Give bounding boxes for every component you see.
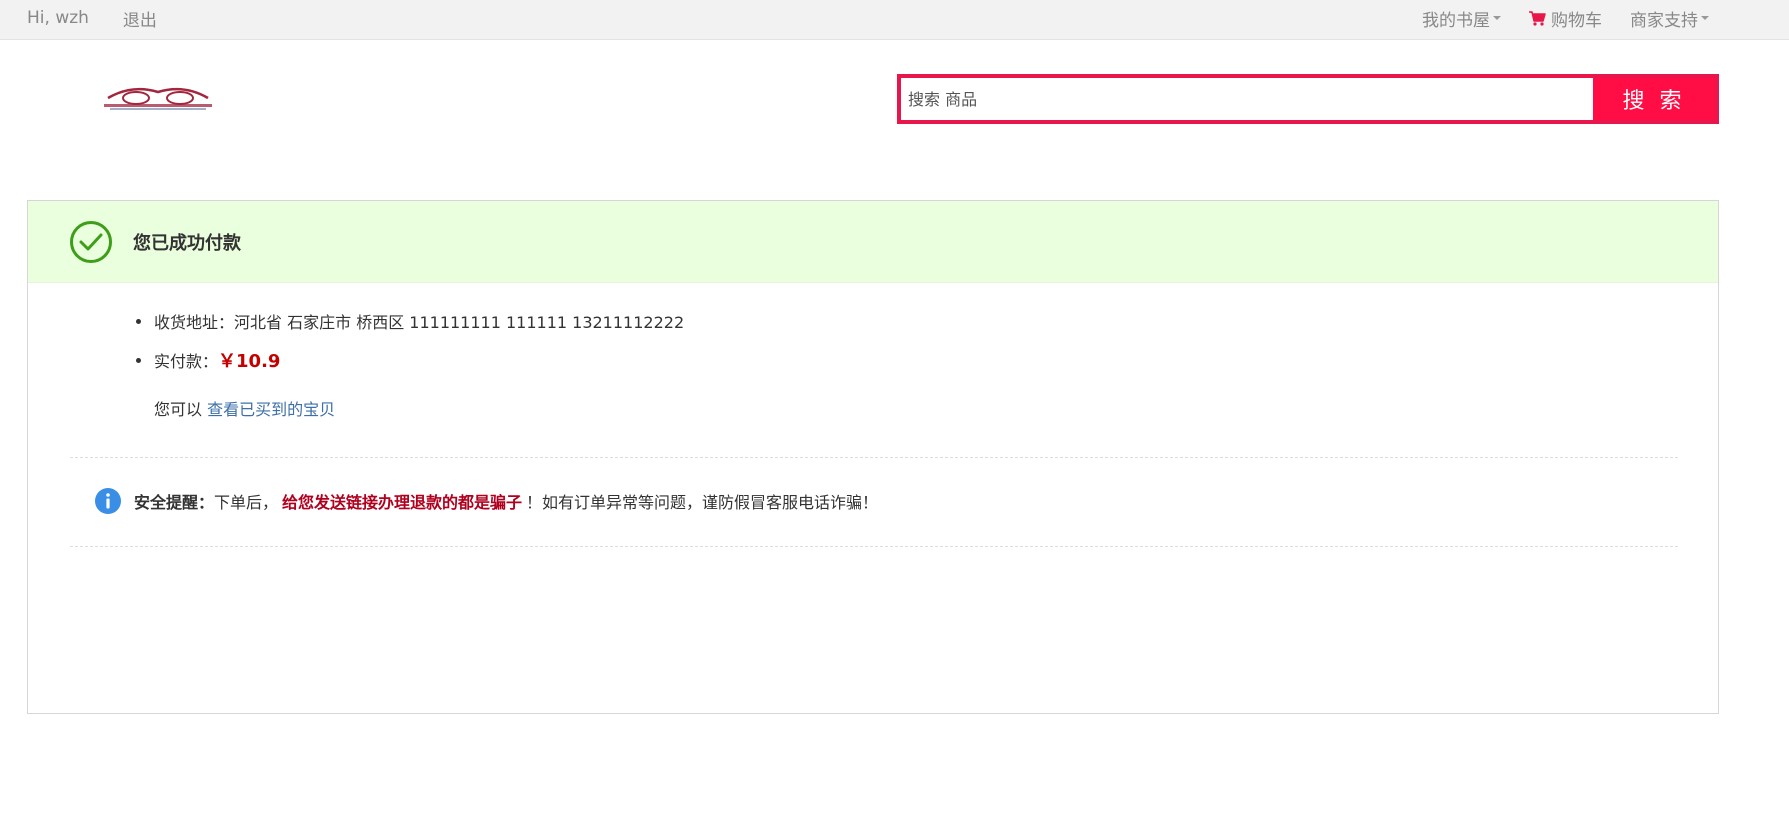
top-nav: 我的书屋 购物车 商家支持	[1394, 0, 1709, 36]
nav-my-bookstore-label: 我的书屋	[1422, 10, 1490, 31]
search-input[interactable]	[901, 78, 1593, 120]
view-prefix: 您可以	[154, 400, 203, 419]
search-box: 搜 索	[897, 74, 1719, 124]
paid-label: 实付款：	[154, 352, 219, 371]
search-button[interactable]: 搜 索	[1593, 78, 1715, 120]
notice-text-before: 下单后，	[214, 493, 279, 512]
view-purchased-items-link[interactable]: 查看已买到的宝贝	[207, 400, 335, 419]
chevron-down-icon	[1493, 16, 1501, 20]
payment-result-panel: 您已成功付款 收货地址：河北省 石家庄市 桥西区 111111111 11111…	[27, 200, 1719, 714]
security-notice: 安全提醒： 下单后， 给您发送链接办理退款的都是骗子 ！如有订单异常等问题，谨防…	[94, 486, 878, 516]
nav-merchant-support-label: 商家支持	[1630, 10, 1698, 31]
chevron-down-icon	[1701, 16, 1709, 20]
order-info-list: 收货地址：河北省 石家庄市 桥西区 111111111 111111 13211…	[134, 311, 684, 374]
check-circle-icon	[70, 220, 112, 263]
notice-label: 安全提醒：	[134, 493, 215, 512]
nav-cart[interactable]: 购物车	[1529, 6, 1602, 31]
top-bar: Hi, wzh 退出 我的书屋 购物车 商家支持	[0, 0, 1789, 40]
nav-merchant-support[interactable]: 商家支持	[1630, 6, 1709, 31]
logout-link[interactable]: 退出	[123, 6, 157, 31]
address-label: 收货地址：	[154, 313, 235, 332]
user-greeting: Hi, wzh	[27, 8, 89, 28]
address-value: 河北省 石家庄市 桥西区 111111111 111111 1321111222…	[234, 313, 685, 332]
info-icon	[95, 488, 121, 514]
page-title: 您已成功付款	[133, 232, 241, 254]
paid-amount: ￥10.9	[218, 351, 281, 372]
cart-icon	[1529, 10, 1546, 26]
divider	[70, 457, 1678, 458]
view-purchases-line: 您可以 查看已买到的宝贝	[154, 396, 335, 420]
list-item-paid-amount: 实付款：￥10.9	[134, 350, 684, 374]
nav-cart-label: 购物车	[1551, 10, 1602, 31]
user-area: Hi, wzh 退出	[27, 0, 157, 36]
notice-text-after: ！如有订单异常等问题，谨防假冒客服电话诈骗！	[526, 493, 879, 512]
list-item-address: 收货地址：河北省 石家庄市 桥西区 111111111 111111 13211…	[134, 311, 684, 335]
site-logo[interactable]	[102, 86, 214, 112]
payment-success-header: 您已成功付款	[28, 201, 1718, 283]
divider	[70, 546, 1678, 547]
nav-my-bookstore[interactable]: 我的书屋	[1422, 6, 1501, 31]
notice-warning: 给您发送链接办理退款的都是骗子	[282, 493, 523, 512]
